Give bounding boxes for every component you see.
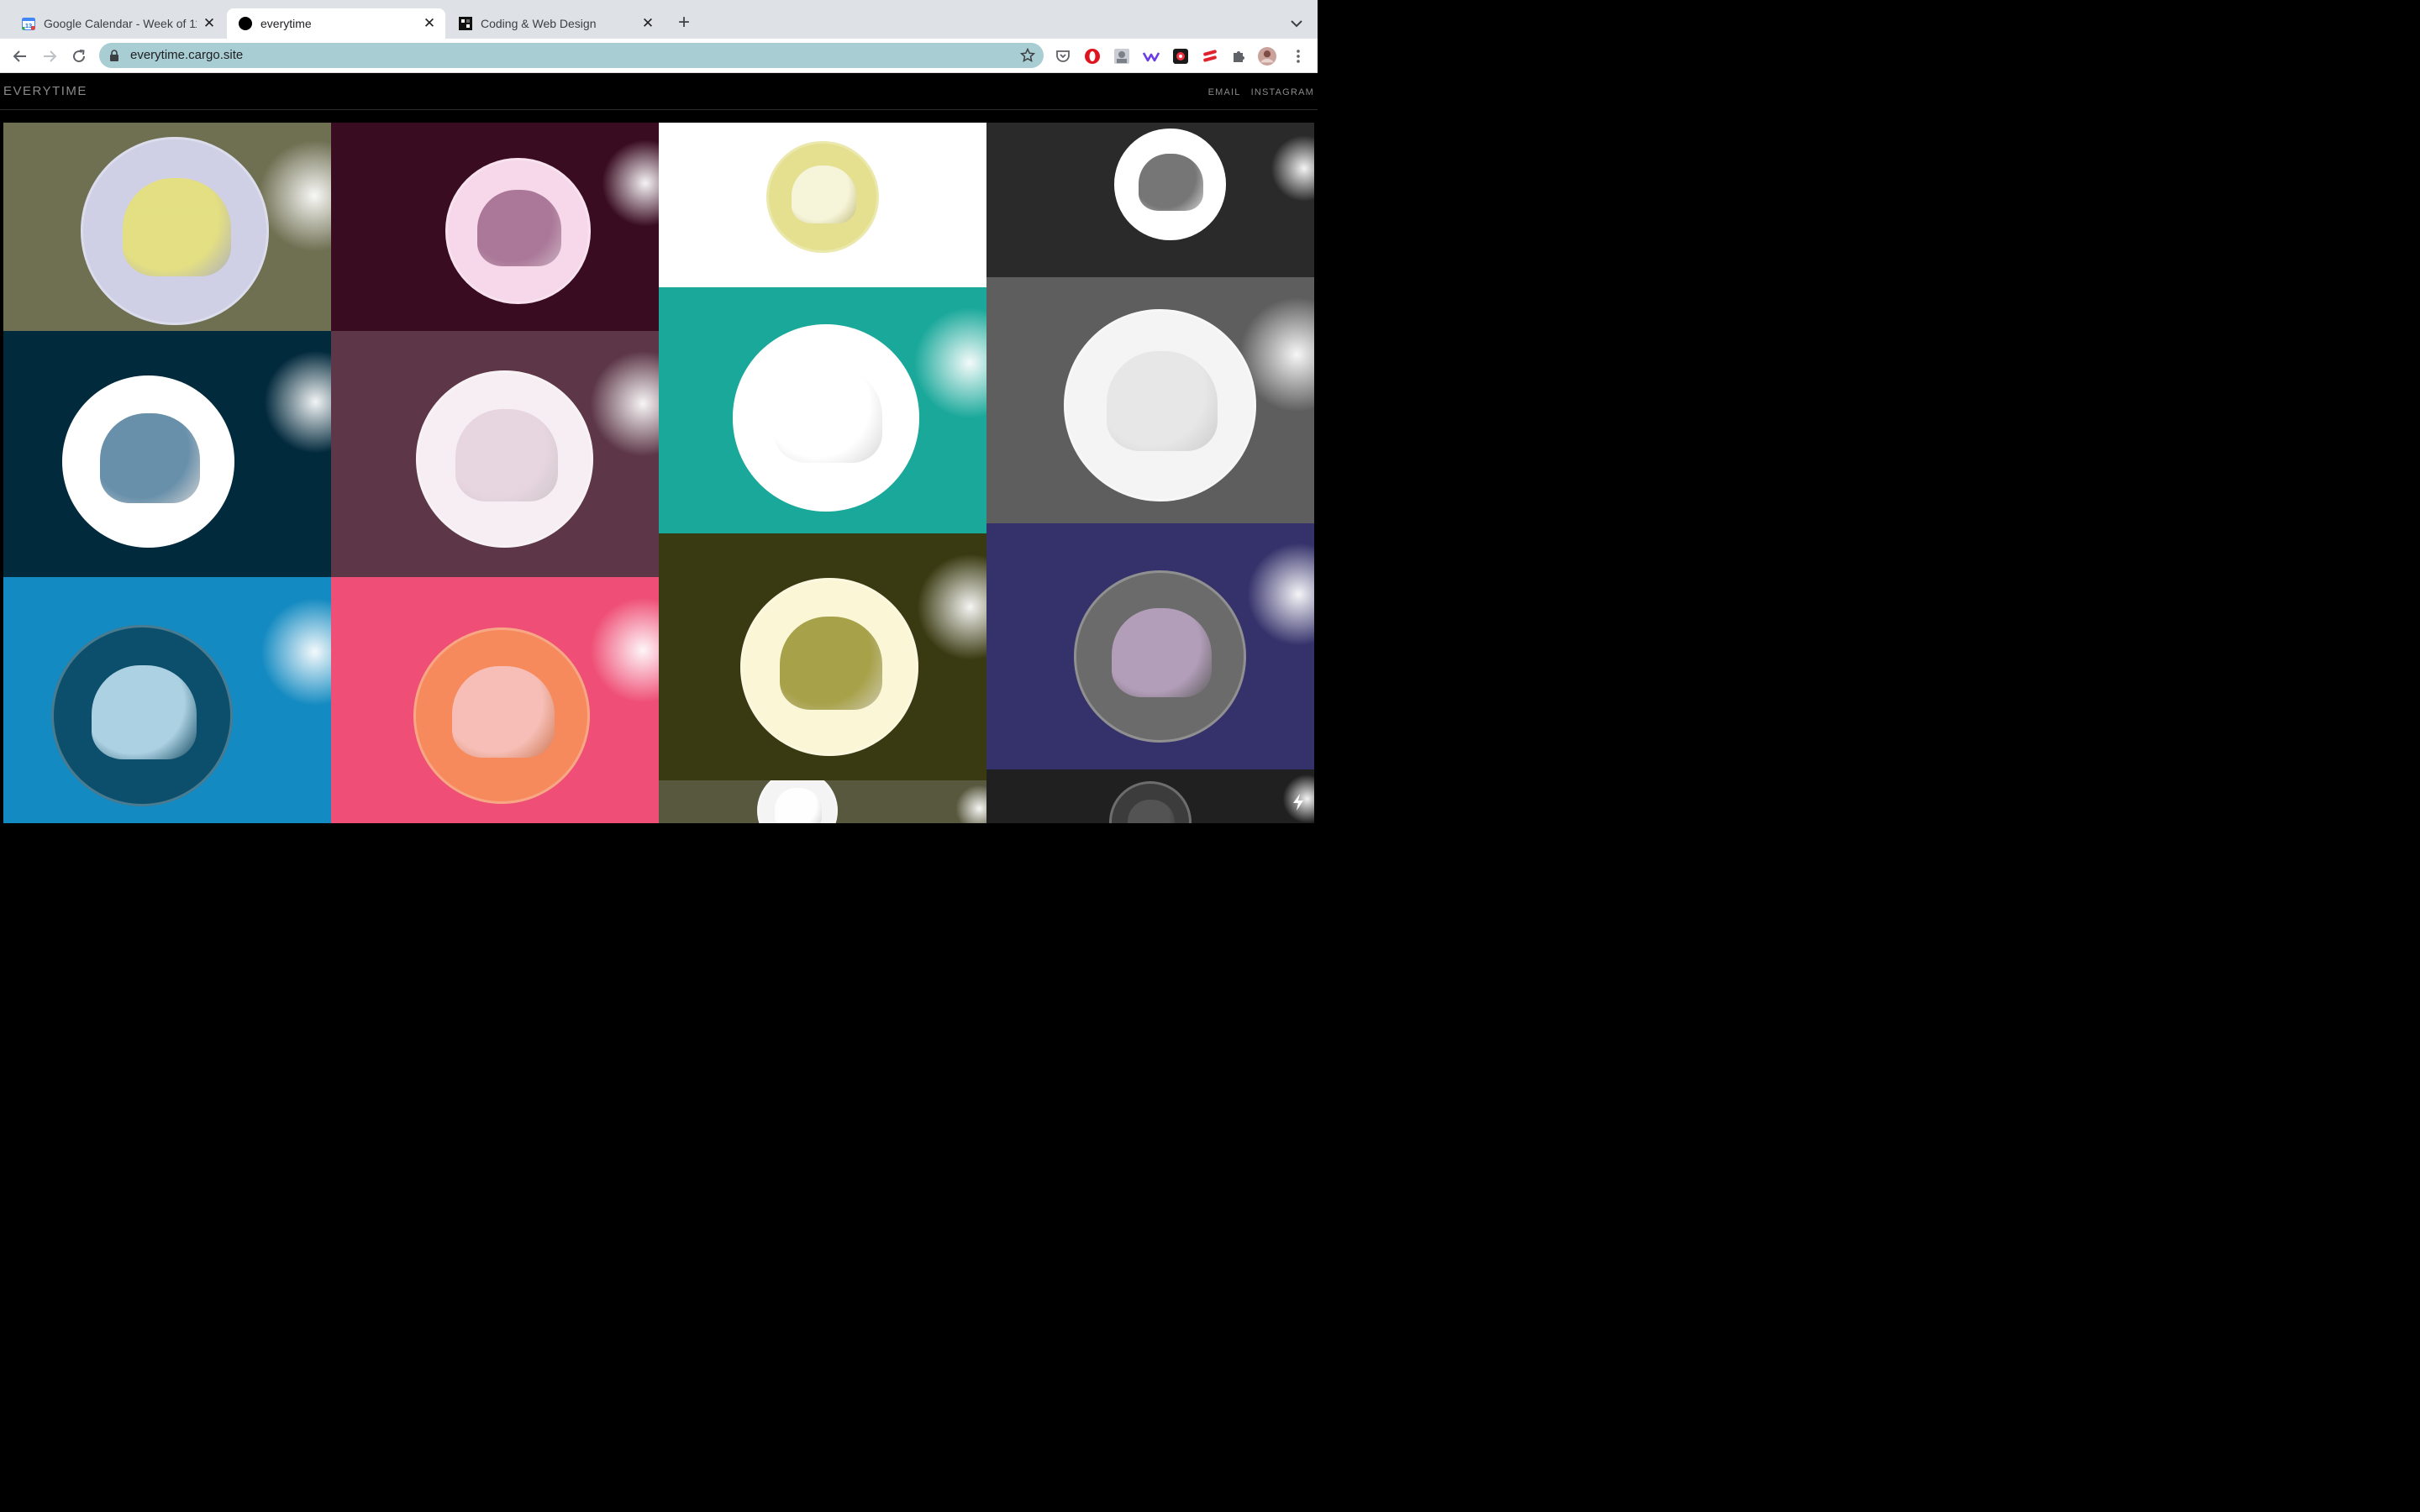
tab-title: Coding & Web Design [481, 17, 597, 30]
gallery-image-toast-cyan-blue[interactable] [3, 577, 331, 823]
address-bar[interactable]: everytime.cargo.site [99, 43, 1044, 68]
gallery-image-toast-grey-white[interactable] [986, 277, 1314, 523]
gallery-image-toast-dark-grey[interactable] [986, 769, 1314, 823]
close-icon[interactable]: ✕ [422, 15, 437, 31]
lock-icon [110, 50, 118, 61]
url-text: everytime.cargo.site [130, 48, 244, 62]
gallery-image-toast-khaki-white[interactable] [659, 780, 986, 823]
photo-ext-icon[interactable] [1113, 47, 1131, 66]
toast-slice [1139, 153, 1204, 212]
forward-button[interactable] [38, 45, 61, 68]
toast-slice [100, 412, 201, 503]
svg-text:13: 13 [25, 22, 32, 29]
close-icon[interactable]: ✕ [202, 15, 217, 31]
gallery-image-toast-white-yellow[interactable] [659, 123, 986, 287]
more-icon[interactable] [1289, 47, 1307, 66]
close-icon[interactable]: ✕ [640, 15, 655, 31]
gallery-image-toast-violet-orange[interactable] [986, 523, 1314, 769]
toast-slice [791, 165, 856, 224]
site-header: EVERYTIME EMAIL INSTAGRAM [0, 73, 1318, 110]
toast-slice [476, 190, 562, 266]
arrow-right-icon [44, 50, 57, 62]
black-circle-icon [239, 17, 252, 30]
reload-icon [73, 50, 86, 63]
toast-slice [779, 617, 883, 710]
light-flare [260, 597, 331, 706]
toast-slice [1112, 607, 1213, 698]
browser-toolbar: everytime.cargo.site [0, 39, 1318, 73]
pocket-icon[interactable] [1054, 47, 1072, 66]
site-nav: EMAIL INSTAGRAM [1208, 87, 1314, 97]
toast-slice [452, 666, 555, 759]
lightning-icon[interactable] [1291, 793, 1306, 811]
grid-logo-icon [459, 17, 472, 30]
gallery-image-toast-plum-pink[interactable] [331, 123, 659, 331]
gallery-image-toast-coral-pink[interactable] [331, 577, 659, 823]
back-button[interactable] [8, 45, 32, 68]
calendar-icon: 13 [22, 18, 35, 30]
light-flare [264, 350, 331, 454]
chevron-down-icon[interactable] [1286, 13, 1307, 34]
gallery-image-toast-teal-white[interactable] [659, 287, 986, 533]
arrow-left-icon [13, 50, 26, 62]
gallery-image-toast-charcoal-white[interactable] [986, 123, 1314, 277]
light-flare [257, 139, 331, 252]
puzzle-icon[interactable] [1229, 47, 1248, 66]
gallery-image-toast-olive-cream[interactable] [659, 533, 986, 780]
toast-slice [455, 409, 558, 501]
light-flare [589, 350, 659, 457]
puzzle-red-icon[interactable] [1171, 47, 1190, 66]
gallery-image-toast-navy-cyan[interactable] [3, 331, 331, 577]
site-title[interactable]: EVERYTIME [3, 84, 87, 98]
light-flare [1247, 543, 1314, 647]
light-flare [1270, 134, 1314, 202]
light-flare [943, 135, 986, 203]
tab-strip: 13 Google Calendar - Week of 11 ( ✕ ever… [0, 0, 1318, 39]
tab-coding-web-design[interactable]: Coding & Web Design ✕ [447, 8, 664, 39]
tab-title: Google Calendar - Week of 11 ( [44, 17, 197, 30]
wave-icon[interactable] [1142, 47, 1160, 66]
toast-slice [775, 788, 822, 823]
light-flare [913, 307, 986, 420]
light-flare [955, 784, 986, 823]
gallery-image-toast-mauve-white[interactable] [331, 331, 659, 577]
instagram-link[interactable]: INSTAGRAM [1251, 87, 1314, 97]
light-flare [917, 553, 986, 660]
tab-everytime[interactable]: everytime ✕ [227, 8, 445, 39]
page-viewport: EVERYTIME EMAIL INSTAGRAM [0, 73, 1318, 823]
tab-title: everytime [260, 17, 312, 30]
toast-slice [773, 365, 882, 463]
toast-slice [91, 664, 197, 759]
light-flare [590, 597, 659, 703]
avatar[interactable] [1258, 47, 1276, 66]
opera-icon[interactable] [1083, 47, 1102, 66]
light-flare [602, 139, 659, 227]
stack-red-icon[interactable] [1201, 47, 1219, 66]
tab-google-calendar[interactable]: 13 Google Calendar - Week of 11 ( ✕ [10, 8, 225, 39]
star-icon[interactable] [1020, 48, 1035, 63]
plus-icon[interactable]: + [673, 13, 695, 34]
email-link[interactable]: EMAIL [1208, 87, 1241, 97]
toast-slice [122, 178, 231, 276]
gallery-image-toast-olive-yellow[interactable] [3, 123, 331, 331]
reload-button[interactable] [67, 45, 91, 68]
toast-slice [1106, 351, 1218, 452]
